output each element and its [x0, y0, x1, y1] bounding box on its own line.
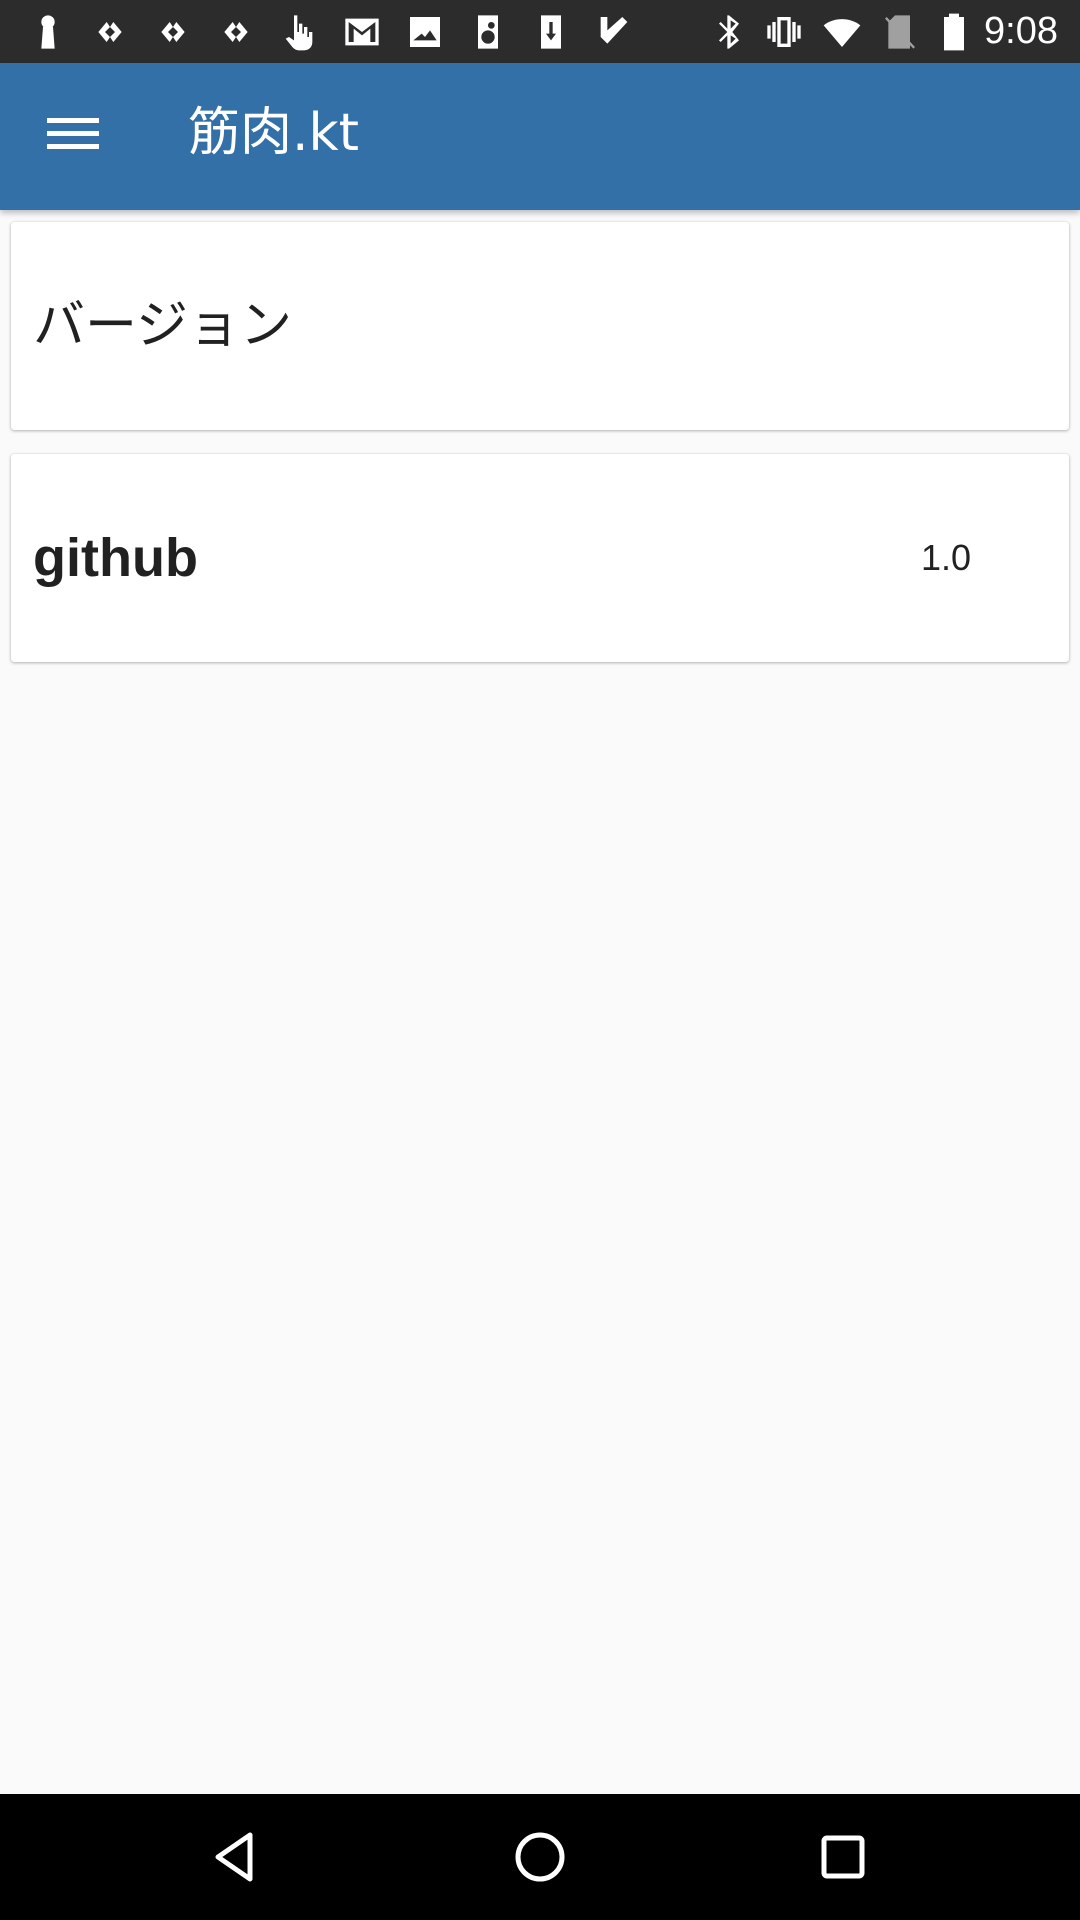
menu-button[interactable] [26, 83, 120, 183]
home-icon [515, 1832, 565, 1882]
status-time: 9:08 [984, 10, 1058, 52]
back-icon [215, 1832, 253, 1882]
app-notification-icon [151, 10, 195, 54]
home-button[interactable] [500, 1817, 580, 1897]
no-sim-icon [878, 10, 922, 54]
github-card[interactable]: github 1.0 [11, 454, 1069, 662]
battery-icon [932, 10, 976, 54]
version-label: バージョン [33, 296, 292, 356]
vibrate-icon [762, 10, 806, 54]
speaker-icon [466, 10, 510, 54]
checkmark-icon [592, 10, 636, 54]
image-icon [403, 10, 447, 54]
app-title: 筋肉.kt [188, 103, 360, 163]
navigation-bar [0, 1794, 1080, 1920]
app-notification-icon [88, 10, 132, 54]
recents-button[interactable] [803, 1817, 883, 1897]
app-notification-icon [214, 10, 258, 54]
version-value: 1.0 [920, 537, 971, 578]
wifi-icon [820, 10, 864, 54]
app-bar: 筋肉.kt [0, 63, 1080, 210]
back-button[interactable] [196, 1817, 276, 1897]
gmail-icon [340, 10, 384, 54]
touch-icon [277, 10, 321, 54]
bluetooth-icon [707, 10, 751, 54]
menu-icon [47, 110, 99, 157]
app-screen: 9:08 筋肉.kt バージョン github 1.0 [0, 0, 1080, 1920]
keyhole-icon [26, 10, 70, 54]
version-card[interactable]: バージョン [11, 222, 1069, 430]
status-bar: 9:08 [0, 0, 1080, 63]
recents-icon [821, 1835, 865, 1879]
github-label: github [33, 528, 198, 588]
download-icon [529, 10, 573, 54]
